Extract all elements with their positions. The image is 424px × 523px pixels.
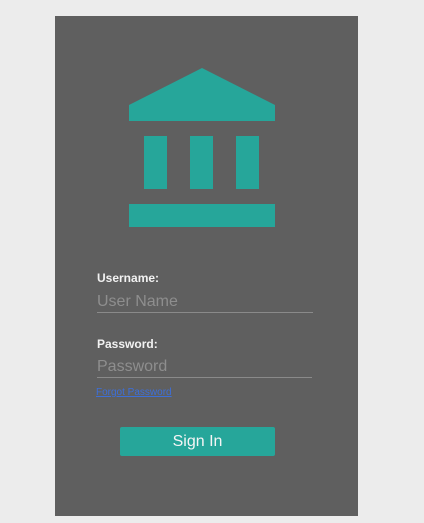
username-label: Username: xyxy=(97,271,160,285)
sign-in-button[interactable]: Sign In xyxy=(120,427,275,456)
bank-building-icon xyxy=(129,68,275,227)
username-input[interactable] xyxy=(97,292,313,313)
password-input[interactable] xyxy=(97,357,312,378)
forgot-password-link[interactable]: Forgot Password xyxy=(96,387,172,398)
login-panel: Username: Password: Forgot Password Sign… xyxy=(55,16,358,516)
password-label: Password: xyxy=(97,337,158,351)
